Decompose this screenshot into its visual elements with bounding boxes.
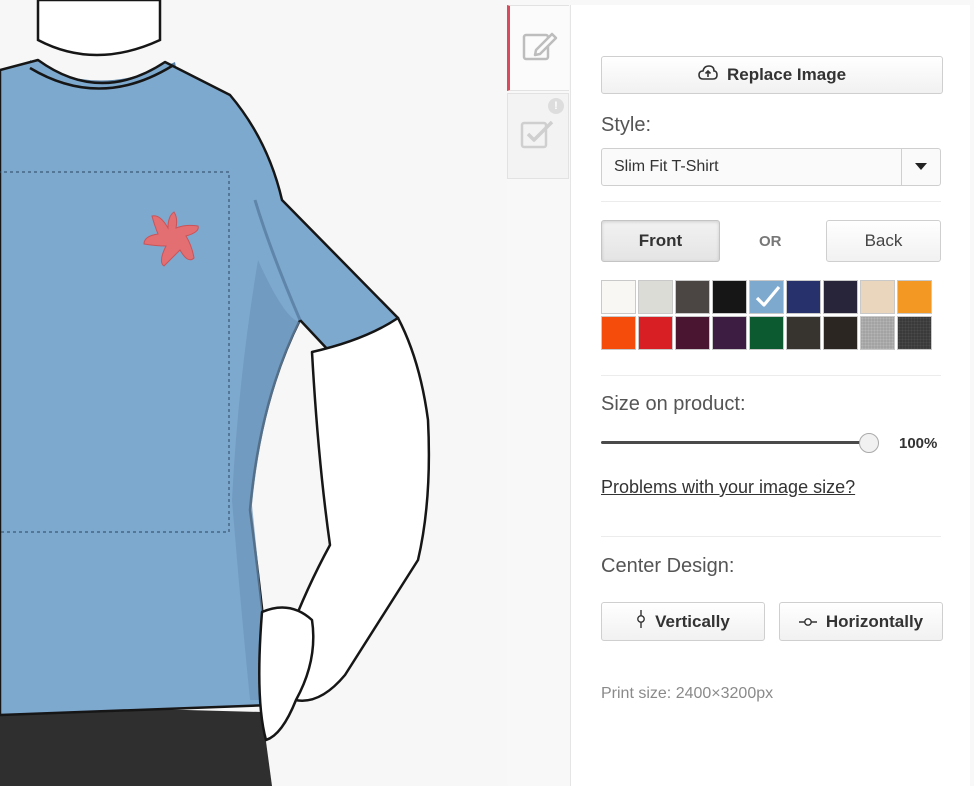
center-vertically-button[interactable]: Vertically xyxy=(601,602,765,641)
editor-tabs: ! xyxy=(507,5,570,181)
style-value: Slim Fit T-Shirt xyxy=(614,158,719,175)
color-swatch[interactable] xyxy=(675,316,710,350)
color-swatch[interactable] xyxy=(786,280,821,314)
pencil-icon xyxy=(522,30,558,67)
hand xyxy=(258,606,315,742)
back-button[interactable]: Back xyxy=(826,220,941,262)
style-label: Style: xyxy=(601,114,652,136)
checkmark-icon xyxy=(755,285,781,307)
print-size: Print size: 2400×3200px xyxy=(601,685,774,702)
color-swatch[interactable] xyxy=(749,280,784,314)
replace-image-label: Replace Image xyxy=(726,65,847,84)
color-swatch[interactable] xyxy=(712,316,747,350)
cloud-upload-icon xyxy=(698,64,718,86)
color-swatch[interactable] xyxy=(749,316,784,350)
product-preview xyxy=(0,0,507,786)
color-swatches xyxy=(601,280,937,350)
size-label: Size on product: xyxy=(601,393,746,415)
pants xyxy=(0,705,272,786)
style-select[interactable]: Slim Fit T-Shirt xyxy=(601,148,941,186)
color-swatch[interactable] xyxy=(786,316,821,350)
color-swatch[interactable] xyxy=(638,280,673,314)
vertical-align-icon xyxy=(636,610,646,633)
vertically-label: Vertically xyxy=(655,611,730,631)
size-value: 100% xyxy=(899,435,938,452)
center-horizontally-button[interactable]: Horizontally xyxy=(779,602,943,641)
tab-edit[interactable] xyxy=(507,5,569,91)
tab-review[interactable]: ! xyxy=(507,93,569,179)
check-icon xyxy=(520,118,556,155)
tshirt-mockup xyxy=(0,0,431,786)
horizontally-label: Horizontally xyxy=(825,611,924,631)
color-swatch[interactable] xyxy=(823,316,858,350)
size-slider[interactable] xyxy=(601,433,879,453)
color-swatch[interactable] xyxy=(860,316,895,350)
color-swatch[interactable] xyxy=(601,316,636,350)
problems-link[interactable]: Problems with your image size? xyxy=(601,477,855,498)
caret-down-icon xyxy=(901,149,940,185)
divider xyxy=(601,375,941,376)
neck xyxy=(36,0,162,57)
or-label: OR xyxy=(759,233,782,250)
divider xyxy=(601,536,941,537)
color-swatch[interactable] xyxy=(675,280,710,314)
horizontal-align-icon xyxy=(798,612,817,632)
color-swatch[interactable] xyxy=(712,280,747,314)
color-swatch[interactable] xyxy=(638,316,673,350)
slider-track xyxy=(601,441,869,444)
replace-image-button[interactable]: Replace Image xyxy=(601,56,943,94)
center-design-label: Center Design: xyxy=(601,555,735,577)
color-swatch[interactable] xyxy=(601,280,636,314)
front-button[interactable]: Front xyxy=(601,220,720,262)
front-label: Front xyxy=(638,231,683,250)
back-label: Back xyxy=(864,231,903,250)
info-badge: ! xyxy=(548,98,564,114)
divider xyxy=(601,201,941,202)
color-swatch[interactable] xyxy=(823,280,858,314)
color-swatch[interactable] xyxy=(860,280,895,314)
color-swatch[interactable] xyxy=(897,316,932,350)
slider-handle[interactable] xyxy=(859,433,879,453)
color-swatch[interactable] xyxy=(897,280,932,314)
editor-panel: Replace Image Style: Slim Fit T-Shirt Fr… xyxy=(570,5,970,786)
